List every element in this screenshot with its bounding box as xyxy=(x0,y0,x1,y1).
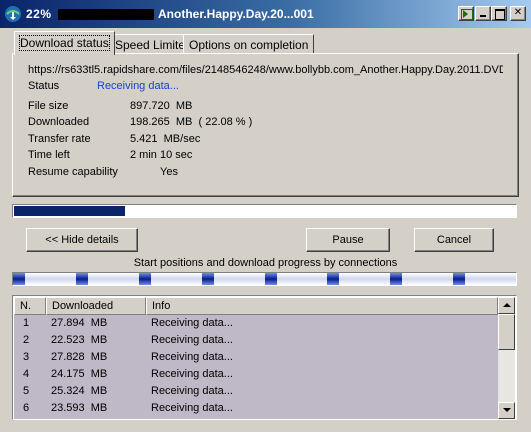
connection-number: 2 xyxy=(23,334,30,346)
scroll-down-icon[interactable] xyxy=(498,402,515,419)
restore-icon[interactable] xyxy=(458,6,474,21)
list-item[interactable]: 4 24.175 MB Receiving data... xyxy=(14,366,498,383)
connection-segment xyxy=(390,273,402,285)
title-progress-percent: 22% xyxy=(26,7,52,21)
connection-number: 6 xyxy=(23,402,30,414)
connection-info: Receiving data... xyxy=(151,402,233,414)
connection-info: Receiving data... xyxy=(151,385,233,397)
resume-capability-value: Yes xyxy=(160,166,178,178)
connections-progress-bar xyxy=(12,272,517,286)
tab-options-on-completion[interactable]: Options on completion xyxy=(183,34,315,54)
time-left-label: Time left xyxy=(28,149,70,161)
connection-info: Receiving data... xyxy=(151,317,233,329)
list-item[interactable]: 6 23.593 MB Receiving data... xyxy=(14,400,498,417)
list-item[interactable]: 3 27.828 MB Receiving data... xyxy=(14,349,498,366)
connection-downloaded: 22.523 MB xyxy=(51,334,108,346)
pause-button[interactable]: Pause xyxy=(306,228,390,252)
connections-list[interactable]: N. Downloaded Info 1 27.894 MB Receiving d… xyxy=(12,295,517,420)
vertical-scrollbar[interactable] xyxy=(498,297,515,419)
scroll-thumb[interactable] xyxy=(498,314,515,350)
tab-download-status[interactable]: Download status xyxy=(14,31,115,55)
connection-number: 5 xyxy=(23,385,30,397)
hide-details-button[interactable]: << Hide details xyxy=(26,228,138,252)
connection-segment xyxy=(139,273,151,285)
connection-segment xyxy=(13,273,25,285)
column-header-number[interactable]: N. xyxy=(14,297,46,315)
redaction-mark xyxy=(58,9,154,20)
connection-downloaded: 27.828 MB xyxy=(51,351,108,363)
connection-segment xyxy=(76,273,88,285)
download-progress-bar xyxy=(12,204,517,218)
list-item[interactable]: 2 22.523 MB Receiving data... xyxy=(14,332,498,349)
transfer-rate-value: 5.421 MB/sec xyxy=(130,133,201,145)
minimize-button[interactable] xyxy=(475,6,491,21)
connection-downloaded: 27.894 MB xyxy=(51,317,108,329)
list-header: N. Downloaded Info xyxy=(14,297,498,315)
list-item[interactable]: 5 25.324 MB Receiving data... xyxy=(14,383,498,400)
status-label: Status xyxy=(28,80,60,92)
resume-capability-label: Resume capability xyxy=(28,166,118,178)
close-button[interactable]: ✕ xyxy=(510,6,526,21)
connection-number: 4 xyxy=(23,368,30,380)
connection-info: Receiving data... xyxy=(151,368,233,380)
connection-segment xyxy=(453,273,465,285)
column-header-downloaded[interactable]: Downloaded xyxy=(46,297,146,315)
transfer-rate-label: Transfer rate xyxy=(28,133,91,145)
connection-info: Receiving data... xyxy=(151,334,233,346)
connection-downloaded: 24.175 MB xyxy=(51,368,108,380)
downloaded-label: Downloaded xyxy=(28,116,90,128)
download-url: https://rs633tl5.rapidshare.com/files/21… xyxy=(28,64,503,76)
cancel-button[interactable]: Cancel xyxy=(414,228,494,252)
idm-app-icon[interactable] xyxy=(4,5,22,23)
download-progress-fill xyxy=(14,206,125,216)
connection-downloaded: 23.593 MB xyxy=(51,402,108,414)
file-size-value: 897.720 MB xyxy=(130,100,193,112)
connection-number: 1 xyxy=(23,317,30,329)
time-left-value: 2 min 10 sec xyxy=(130,149,193,161)
file-size-label: File size xyxy=(28,100,69,112)
status-value: Receiving data... xyxy=(97,80,179,92)
maximize-button[interactable] xyxy=(491,6,507,21)
connection-segment xyxy=(327,273,339,285)
connection-segment xyxy=(202,273,214,285)
connection-info: Receiving data... xyxy=(151,351,233,363)
window-title: Another.Happy.Day.20...001 xyxy=(158,7,314,21)
title-bar[interactable]: 22% Another.Happy.Day.20...001 ✕ xyxy=(0,0,531,28)
connection-segment xyxy=(265,273,277,285)
connections-caption: Start positions and download progress by… xyxy=(133,257,398,269)
list-body: 1 27.894 MB Receiving data... 2 22.523 MB Rec… xyxy=(14,315,498,419)
connection-number: 3 xyxy=(23,351,30,363)
downloaded-value: 198.265 MB ( 22.08 % ) xyxy=(130,116,253,128)
column-header-info[interactable]: Info xyxy=(146,297,498,315)
scroll-up-icon[interactable] xyxy=(498,297,515,314)
connection-downloaded: 25.324 MB xyxy=(51,385,108,397)
list-item[interactable]: 1 27.894 MB Receiving data... xyxy=(14,315,498,332)
